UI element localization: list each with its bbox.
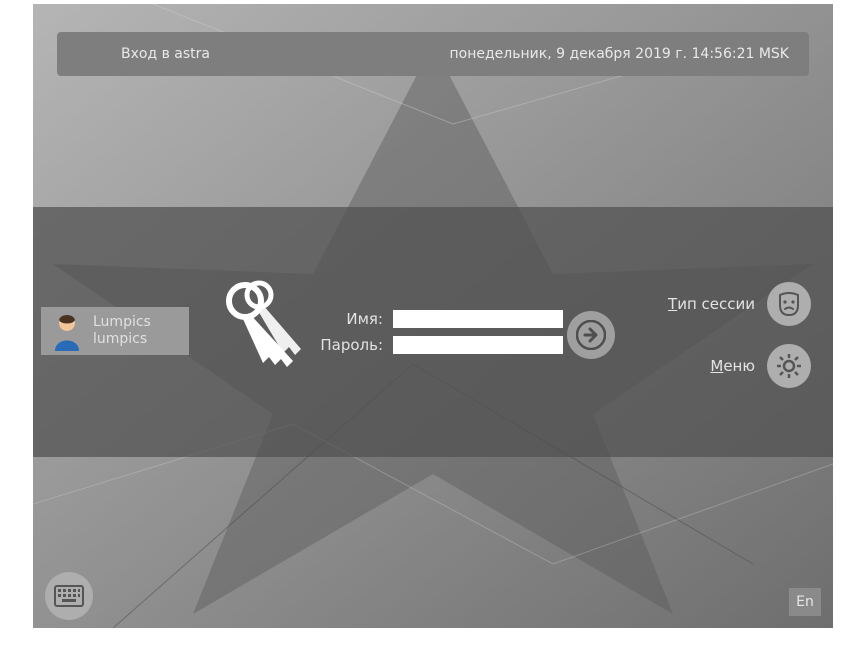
name-input[interactable] [393,310,563,328]
name-label: Имя: [315,310,383,328]
right-menu: Тип сессии Меню [668,282,811,388]
password-input[interactable] [393,336,563,354]
keys-icon [215,279,309,379]
user-login: lumpics [93,331,151,348]
language-label: En [796,594,814,610]
top-bar: Вход в astra понедельник, 9 декабря 2019… [57,32,809,76]
login-title: Вход в astra [121,46,210,62]
user-names: Lumpics lumpics [93,314,151,348]
user-avatar-icon [49,311,85,351]
menu-label: Меню [710,357,755,375]
onscreen-keyboard-button[interactable] [45,572,93,620]
arrow-right-icon [576,320,606,350]
session-type-icon-button[interactable] [767,282,811,326]
gear-icon [775,352,803,380]
menu-button[interactable]: Меню [668,344,811,388]
menu-icon-button[interactable] [767,344,811,388]
mask-icon [776,291,802,317]
submit-login-button[interactable] [567,311,615,359]
session-type-label: Тип сессии [668,295,755,313]
login-form: Имя: Пароль: [315,310,563,362]
password-label: Пароль: [315,336,383,354]
language-indicator[interactable]: En [789,588,821,616]
user-tile[interactable]: Lumpics lumpics [41,307,189,355]
login-screen: Вход в astra понедельник, 9 декабря 2019… [33,4,833,628]
keyboard-icon [54,585,84,607]
datetime-label: понедельник, 9 декабря 2019 г. 14:56:21 … [450,46,789,62]
session-type-button[interactable]: Тип сессии [668,282,811,326]
user-display-name: Lumpics [93,314,151,331]
